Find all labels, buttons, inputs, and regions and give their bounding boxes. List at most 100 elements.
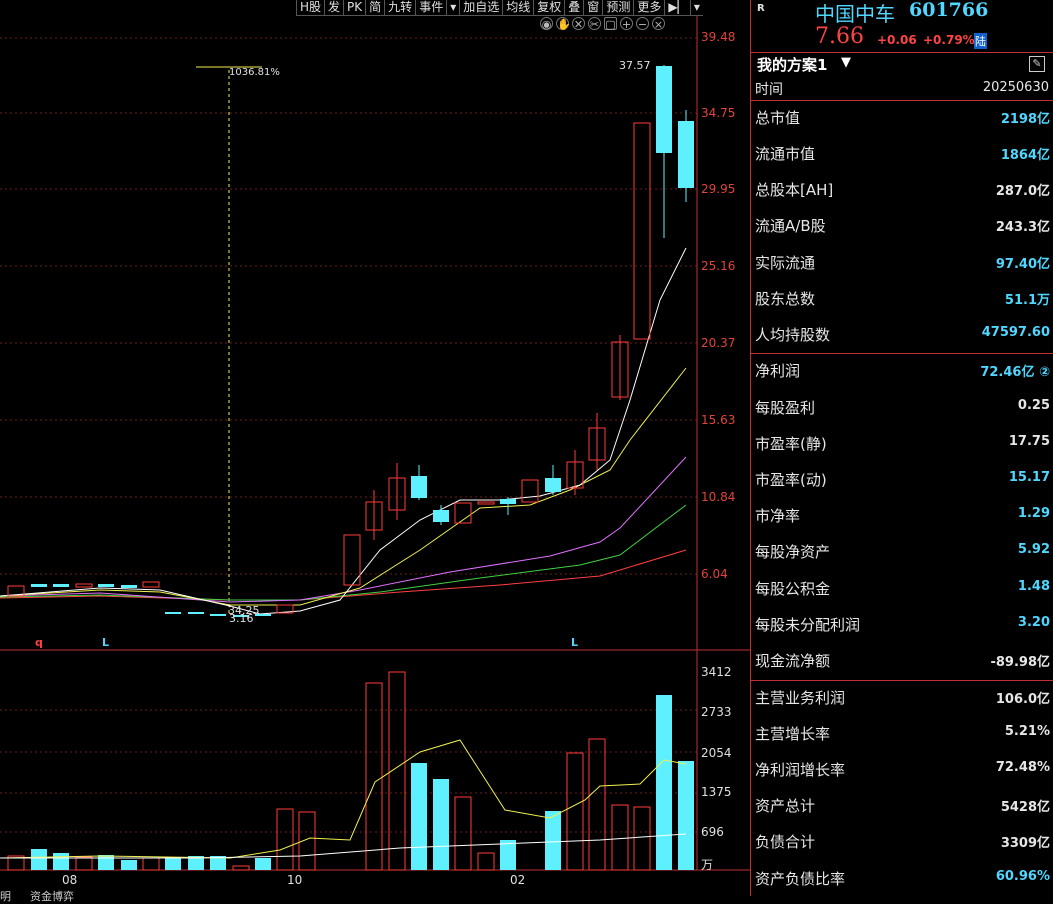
info-label: 市盈率(静) — [755, 435, 827, 453]
info-label: 净利润 — [755, 362, 801, 380]
info-value: 3.20 — [1017, 615, 1050, 630]
info-value: 243.3亿 — [995, 220, 1050, 235]
info-value: 3309亿 — [1000, 836, 1050, 851]
info-value: 97.40亿 — [995, 257, 1050, 272]
current-price: 7.66 — [815, 24, 864, 49]
info-value: 47597.60 — [981, 325, 1050, 340]
info-label: 总股本[AH] — [755, 181, 834, 199]
eye-icon[interactable]: ◉ — [540, 17, 553, 31]
chart-tool-icons: ◉ ✋ ✕ ✂ ▢ + − × — [540, 17, 665, 31]
tb-forecast[interactable]: 预测 — [602, 0, 633, 15]
tb-add-watchlist[interactable]: 加自选 — [459, 0, 502, 15]
tb-events[interactable]: 事件 — [415, 0, 446, 15]
lock-icon[interactable]: ▢ — [604, 17, 617, 31]
info-value: 51.1万 — [1004, 293, 1050, 308]
info-row: 主营增长率 5.21% — [751, 723, 1053, 757]
tb-jian[interactable]: 简 — [365, 0, 384, 15]
info-value: 1.48 — [1017, 579, 1050, 594]
info-label: 流通市值 — [755, 145, 816, 163]
price-tick: 10.84 — [701, 490, 736, 504]
volume-tick: 1375 — [701, 785, 732, 799]
volume-tick: 3412 — [701, 665, 732, 679]
tb-expand[interactable]: ▶▏ — [664, 0, 689, 15]
info-row: 市净率 1.29 — [751, 505, 1053, 539]
price-change-pct: +0.79% — [923, 33, 975, 47]
edit-icon[interactable]: ✎ — [1029, 56, 1045, 72]
bottom-tab[interactable]: 资金博弈 — [30, 888, 74, 904]
tb-overlay[interactable]: 叠 — [564, 0, 583, 15]
volume-unit: 万 — [701, 858, 714, 872]
close-icon[interactable]: × — [652, 17, 665, 31]
info-value: 72.46亿 ② — [980, 365, 1050, 380]
info-row: 每股公积金 1.48 — [751, 578, 1053, 612]
info-label: 每股公积金 — [755, 580, 831, 598]
price-change: +0.06 — [877, 33, 917, 47]
kline-chart-area[interactable]: H股 发 PK 简 九转 事件 ▾ 加自选 均线 复权 叠 窗 预测 更多 ▶▏… — [0, 0, 750, 903]
separator — [751, 353, 1053, 354]
info-row: 每股未分配利润 3.20 — [751, 614, 1053, 648]
info-label: 每股盈利 — [755, 399, 816, 417]
tb-hshare[interactable]: H股 — [296, 0, 324, 15]
info-row: 流通市值 1864亿 — [751, 143, 1053, 177]
info-label: 现金流净额 — [755, 652, 831, 670]
tb-more[interactable]: 更多 — [633, 0, 664, 15]
info-row: 净利润 72.46亿 ② — [751, 360, 1053, 394]
stock-name: 中国中车 — [815, 2, 895, 26]
zoom-out-icon[interactable]: − — [636, 17, 649, 31]
info-value: 0.25 — [1017, 398, 1050, 413]
info-value: 106.0亿 — [995, 692, 1050, 707]
tb-adjust[interactable]: 复权 — [533, 0, 564, 15]
volume-tick: 2733 — [701, 705, 732, 719]
price-tick: 29.95 — [701, 182, 736, 196]
price-tick: 25.16 — [701, 259, 736, 273]
info-label: 净利润增长率 — [755, 761, 846, 779]
info-value: 60.96% — [995, 869, 1050, 884]
max-gain-annotation: 1036.81% — [229, 67, 280, 78]
tb-ma[interactable]: 均线 — [502, 0, 533, 15]
tb-window[interactable]: 窗 — [583, 0, 602, 15]
volume-tick: 696 — [701, 825, 724, 839]
price-tick: 20.37 — [701, 336, 736, 350]
info-row: 实际流通 97.40亿 — [751, 252, 1053, 286]
price-tick: 34.75 — [701, 106, 736, 120]
info-row: 总市值 2198亿 — [751, 107, 1053, 141]
price-tick: 39.48 — [701, 30, 736, 44]
bottom-tab[interactable]: 明 — [0, 888, 11, 904]
info-label: 市盈率(动) — [755, 471, 827, 489]
info-value: 1864亿 — [1000, 148, 1050, 163]
info-value: 5428亿 — [1000, 800, 1050, 815]
cross-icon[interactable]: ✕ — [572, 17, 585, 31]
marker-q: q — [35, 636, 43, 649]
month-label: 08 — [62, 873, 78, 887]
hand-icon[interactable]: ✋ — [556, 17, 571, 31]
price-tick: 15.63 — [701, 413, 736, 427]
price-tick: 6.04 — [701, 567, 728, 581]
scheme-title[interactable]: 我的方案1 — [757, 54, 827, 75]
scissors-icon[interactable]: ✂ — [588, 17, 601, 31]
info-row: 现金流净额 -89.98亿 — [751, 650, 1053, 684]
info-row: 资产负债比率 60.96% — [751, 868, 1053, 902]
month-label: 02 — [510, 873, 526, 887]
info-row: 市盈率(动) 15.17 — [751, 469, 1053, 503]
tb-events-dropdown[interactable]: ▾ — [446, 0, 459, 15]
tb-dropdown[interactable]: ▾ — [689, 0, 703, 15]
tb-fa[interactable]: 发 — [324, 0, 343, 15]
info-row: 负债合计 3309亿 — [751, 831, 1053, 865]
info-label: 流通A/B股 — [755, 217, 826, 235]
info-value: 2198亿 — [1000, 112, 1050, 127]
tb-jiuzhuan[interactable]: 九转 — [384, 0, 415, 15]
info-value: 5.92 — [1017, 542, 1050, 557]
info-value: 72.48% — [995, 760, 1050, 775]
tb-pk[interactable]: PK — [343, 0, 365, 15]
kline-chart[interactable] — [0, 0, 750, 896]
high-price-annotation: 37.57 — [619, 59, 651, 72]
info-label: 市净率 — [755, 507, 801, 525]
zoom-in-icon[interactable]: + — [620, 17, 633, 31]
info-label: 主营增长率 — [755, 725, 831, 743]
info-row: 主营业务利润 106.0亿 — [751, 687, 1053, 721]
info-label: 资产总计 — [755, 797, 816, 815]
separator — [751, 680, 1053, 681]
info-row: 净利润增长率 72.48% — [751, 759, 1053, 793]
marker-l: L — [571, 636, 579, 649]
chevron-down-icon[interactable]: ▼ — [841, 55, 851, 70]
